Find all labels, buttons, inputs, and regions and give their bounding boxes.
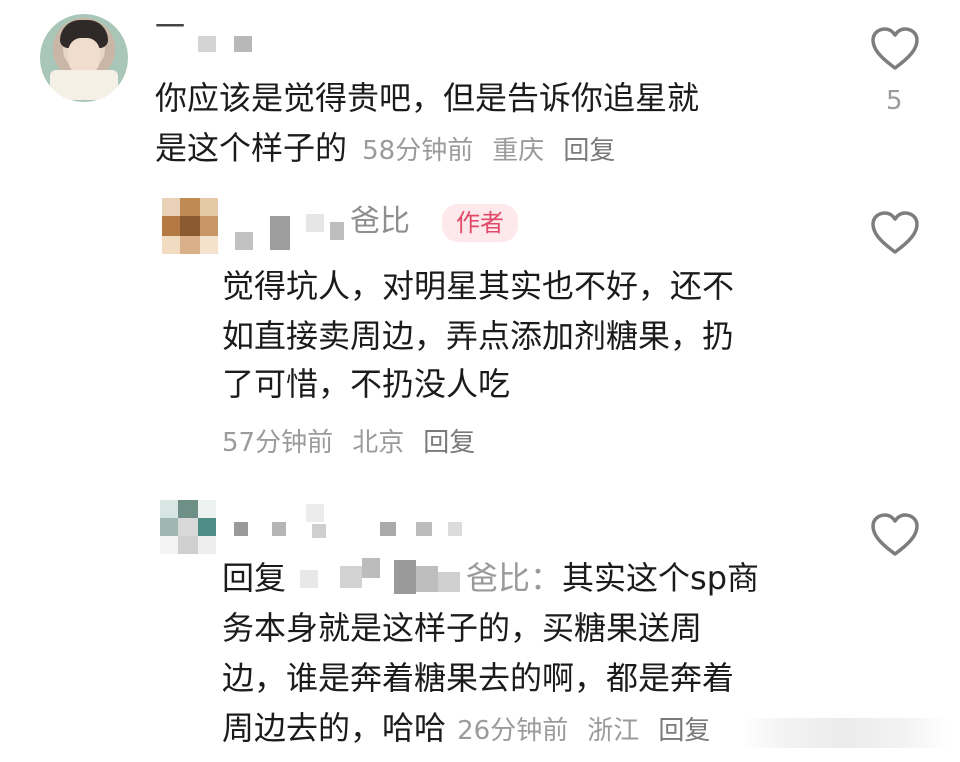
mention-target[interactable]: 爸比： bbox=[466, 559, 562, 597]
username[interactable]: 爸比 bbox=[350, 202, 410, 242]
heart-outline-icon[interactable] bbox=[870, 26, 920, 72]
pixelated-username bbox=[448, 522, 462, 536]
pixelated-mention bbox=[438, 572, 460, 592]
comment-text: 是这个样子的 bbox=[155, 129, 348, 167]
location: 浙江 bbox=[587, 716, 640, 746]
comment-text: 如直接卖周边，弄点添加剂糖果，扔 bbox=[222, 317, 735, 355]
comment-text-line: 爸比：其实这个sp商 bbox=[466, 556, 759, 600]
author-badge: 作者 bbox=[442, 204, 518, 242]
comment-text-line: 是这个样子的 58分钟前 重庆 回复 bbox=[155, 126, 615, 170]
reply-button[interactable]: 回复 bbox=[423, 428, 475, 458]
pixelated-username bbox=[306, 504, 324, 522]
pixelated-mention bbox=[416, 566, 438, 592]
avatar[interactable] bbox=[162, 198, 218, 254]
pixelated-username bbox=[270, 216, 290, 250]
comment-text: 边，谁是奔着糖果去的啊，都是奔着 bbox=[222, 659, 735, 697]
reply-prefix: 回复 bbox=[222, 559, 287, 597]
pixelated-mention bbox=[362, 558, 380, 578]
pixelated-username bbox=[198, 36, 216, 52]
pixelated-mention bbox=[340, 566, 362, 588]
pixelated-mention bbox=[300, 570, 318, 588]
timestamp: 57分钟前 bbox=[222, 428, 334, 458]
pixelated-username bbox=[234, 522, 248, 536]
pixelated-username bbox=[416, 522, 432, 536]
reply-button[interactable]: 回复 bbox=[658, 716, 710, 746]
comment-text: 务本身就是这样子的，买糖果送周 bbox=[222, 609, 703, 647]
timestamp: 58分钟前 bbox=[362, 136, 474, 166]
comment-text: 周边去的，哈哈 bbox=[222, 709, 447, 747]
watermark-overlay bbox=[742, 718, 948, 748]
pixelated-username bbox=[380, 522, 396, 536]
comment-meta: 57分钟前 北京 回复 bbox=[222, 422, 475, 459]
pixelated-username bbox=[272, 522, 286, 536]
heart-outline-icon[interactable] bbox=[870, 512, 920, 558]
reply-button[interactable]: 回复 bbox=[563, 136, 615, 166]
location: 北京 bbox=[352, 428, 405, 458]
pixelated-username bbox=[234, 36, 252, 52]
heart-outline-icon[interactable] bbox=[870, 210, 920, 256]
pixelated-username bbox=[235, 232, 253, 250]
comment-text: 了可惜，不扔没人吃 bbox=[222, 365, 511, 403]
pixelated-username bbox=[312, 524, 326, 538]
location: 重庆 bbox=[492, 136, 545, 166]
pixelated-mention bbox=[394, 560, 416, 594]
pixelated-username bbox=[330, 222, 344, 240]
comment-text: 其实这个sp商 bbox=[562, 559, 760, 597]
pixelated-username bbox=[306, 214, 324, 232]
avatar[interactable] bbox=[160, 500, 216, 554]
avatar[interactable] bbox=[40, 14, 128, 102]
comment-text-line: 周边去的，哈哈 26分钟前 浙江 回复 bbox=[222, 706, 710, 750]
comment-text-line: 回复 bbox=[222, 556, 286, 600]
like-count: 5 bbox=[886, 86, 903, 116]
comment-text: 觉得坑人，对明星其实也不好，还不 bbox=[222, 267, 735, 305]
comment-text: 你应该是觉得贵吧，但是告诉你追星就 bbox=[155, 79, 700, 117]
timestamp: 26分钟前 bbox=[457, 716, 569, 746]
username[interactable]: 一 bbox=[155, 6, 185, 50]
